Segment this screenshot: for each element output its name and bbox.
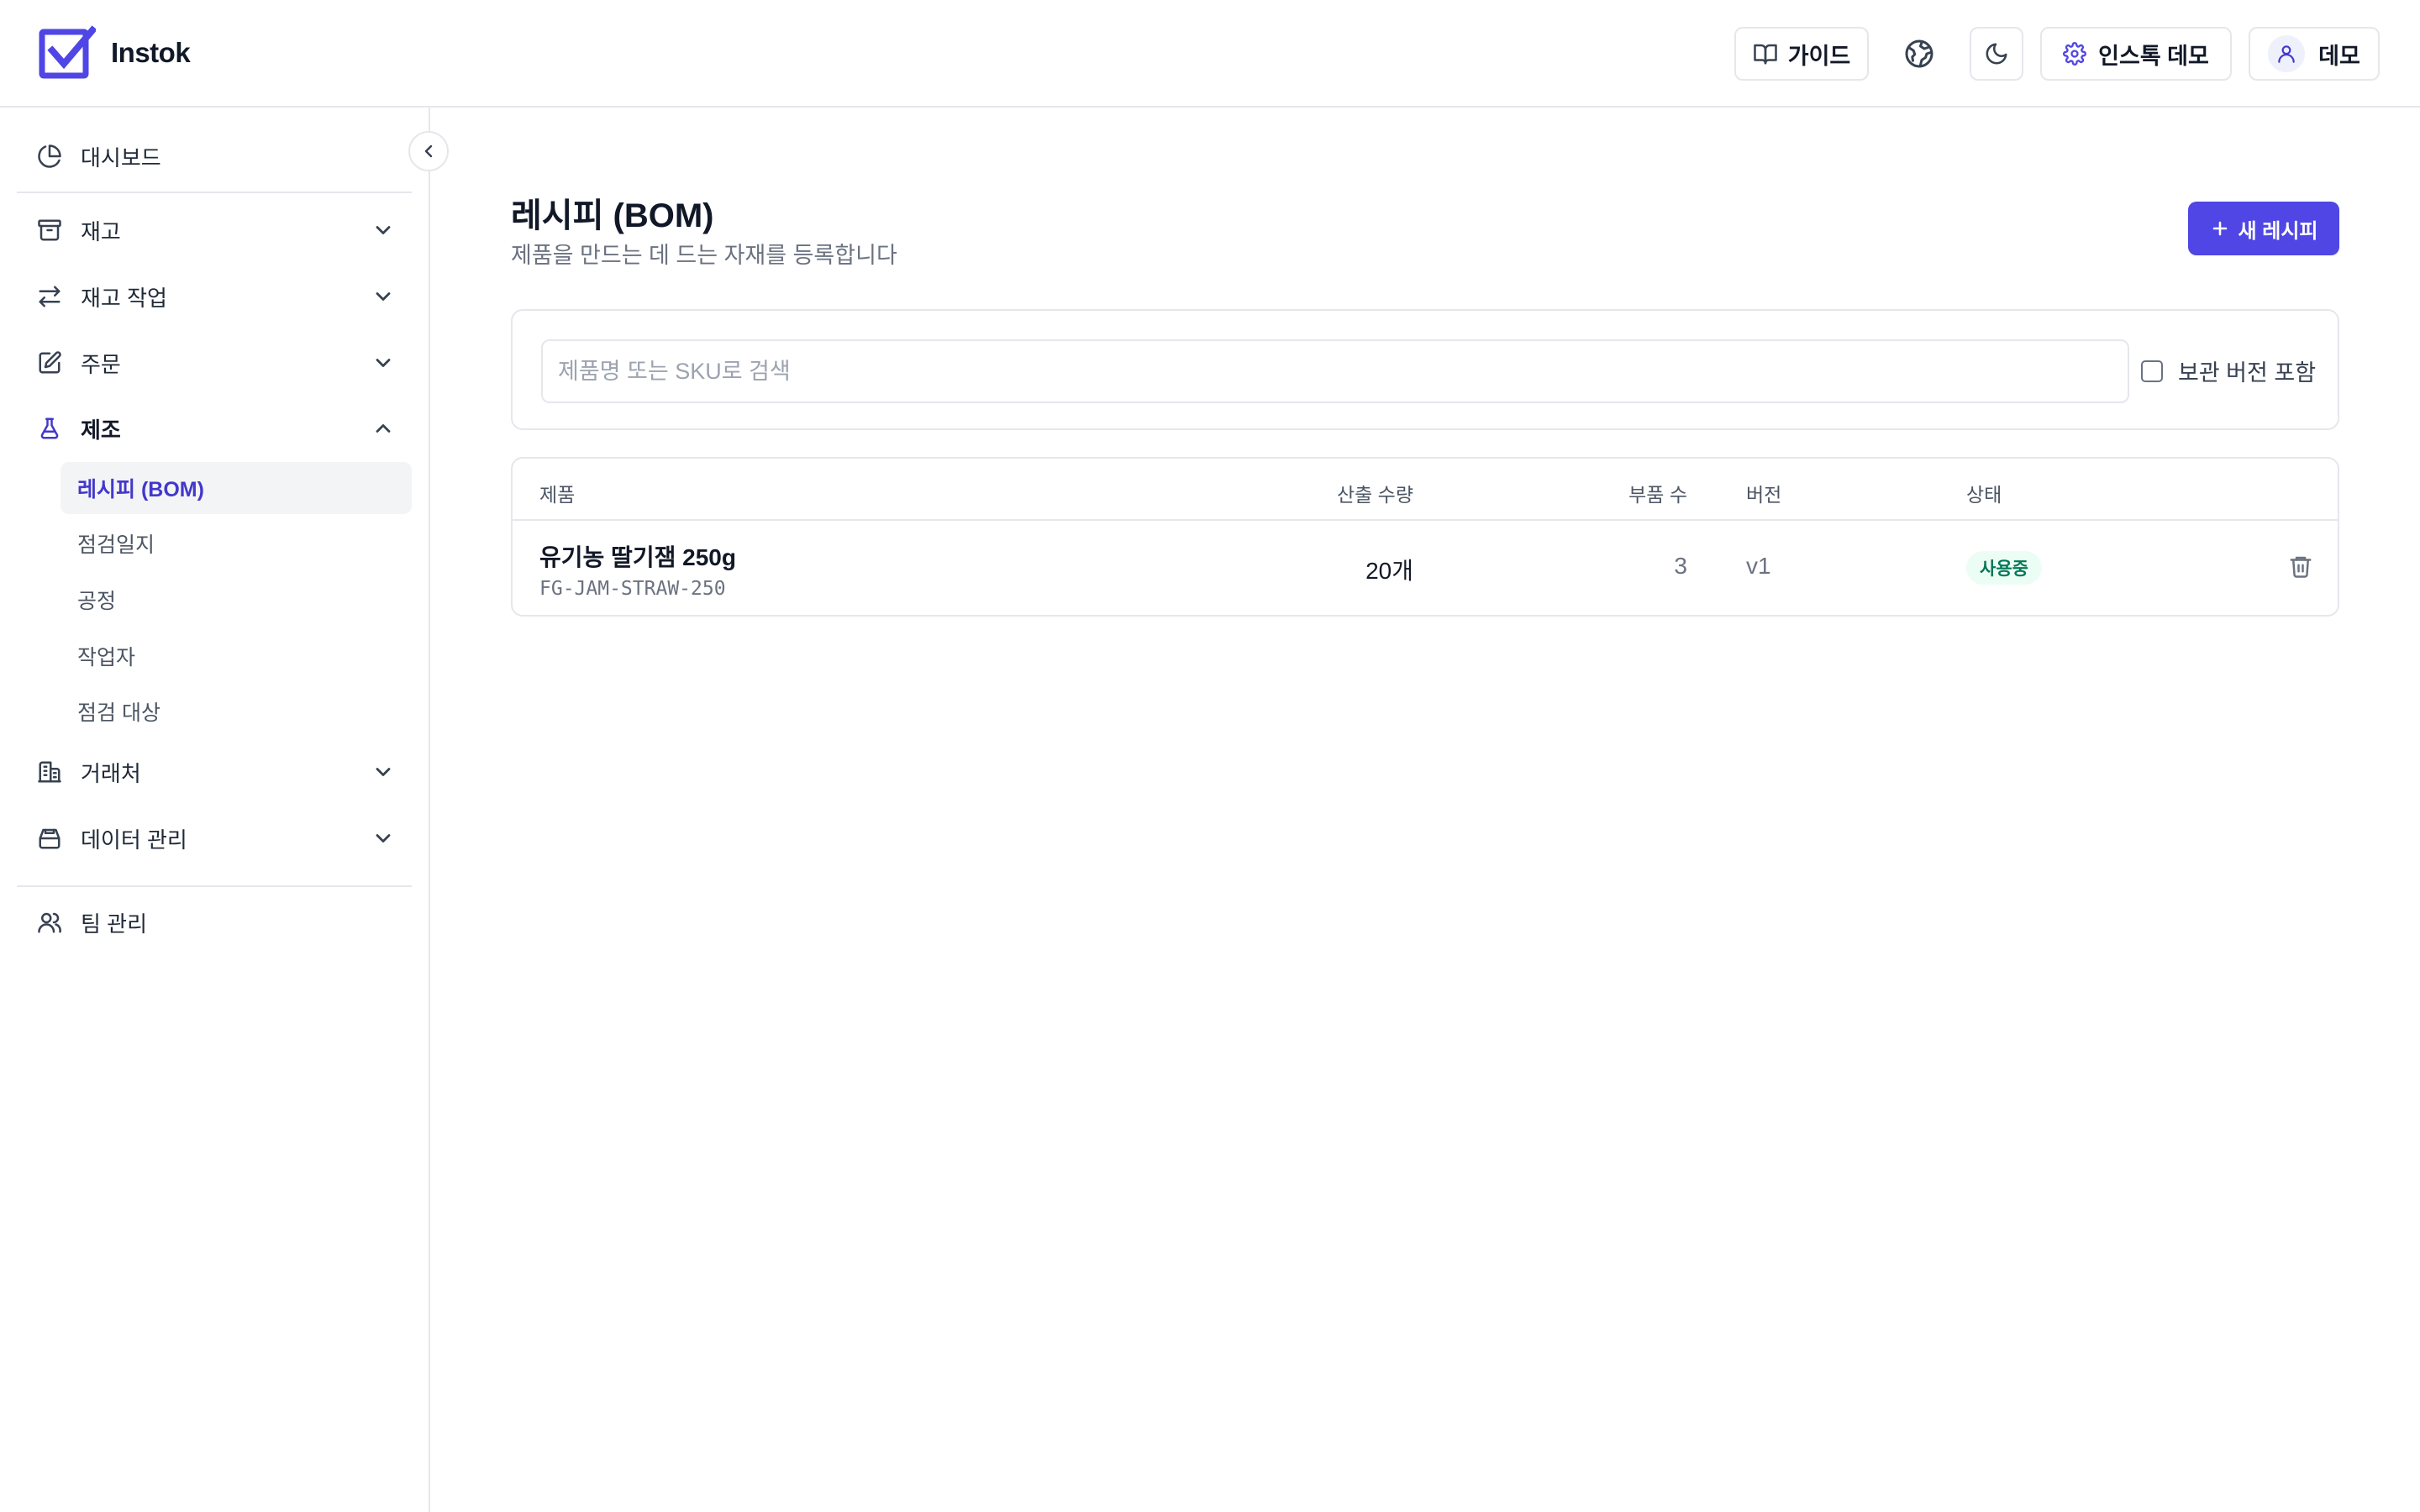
yield-cell: 20개	[1365, 558, 1413, 584]
sidebar-subitem-process[interactable]: 공정	[60, 574, 412, 626]
include-archived-checkbox[interactable]	[2141, 360, 2163, 382]
building-icon	[35, 758, 64, 786]
chevron-down-icon	[376, 834, 391, 843]
sidebar-item-orders[interactable]: 주문	[17, 336, 412, 390]
workspace-label: 인스톡 데모	[2098, 43, 2209, 69]
chevron-down-icon	[376, 359, 391, 367]
chevron-down-icon	[376, 768, 391, 776]
new-recipe-label: 새 레시피	[2238, 219, 2318, 243]
sidebar-subitem-inspection-log[interactable]: 점검일지	[60, 517, 412, 570]
column-header-yield[interactable]: 산출 수량	[1337, 479, 1413, 507]
moon-icon	[1986, 43, 2007, 65]
sidebar-divider	[17, 192, 412, 193]
avatar	[2268, 35, 2306, 72]
sidebar-item-dashboard[interactable]: 대시보드	[17, 129, 412, 183]
sidebar-item-team[interactable]: 팀 관리	[17, 895, 412, 949]
user-menu-button[interactable]: 데모	[2249, 27, 2380, 81]
sidebar-item-label: 주문	[81, 351, 121, 377]
users-icon	[35, 908, 64, 937]
chevron-left-icon	[424, 144, 433, 158]
product-sku: FG-JAM-STRAW-250	[539, 578, 726, 600]
chevron-down-icon	[376, 292, 391, 301]
arrows-swap-icon	[35, 282, 64, 311]
column-header-version[interactable]: 버전	[1746, 479, 1781, 507]
chevron-down-icon	[376, 226, 391, 234]
theme-toggle-button[interactable]	[1970, 27, 2023, 81]
user-icon	[2278, 45, 2295, 63]
parts-count-cell: 3	[1674, 553, 1687, 579]
plus-icon	[2212, 221, 2227, 236]
app-name: Instok	[111, 37, 191, 68]
sidebar-divider	[17, 885, 412, 887]
include-archived-label: 보관 버전 포함	[2178, 360, 2317, 386]
sidebar-item-manufacturing[interactable]: 제조	[17, 402, 412, 455]
guide-label: 가이드	[1787, 43, 1851, 69]
book-icon	[1753, 44, 1777, 65]
sidebar-collapse-button[interactable]	[408, 131, 449, 171]
column-header-product[interactable]: 제품	[539, 479, 575, 507]
search-input[interactable]	[541, 339, 2129, 403]
product-cell: 유기농 딸기잼 250g FG-JAM-STRAW-250	[539, 539, 736, 600]
sidebar-subitem-inspection-target[interactable]: 점검 대상	[60, 685, 412, 738]
workspace-settings-button[interactable]: 인스톡 데모	[2040, 27, 2232, 81]
trash-icon	[2290, 556, 2312, 578]
sidebar-item-label: 재고 작업	[81, 285, 167, 311]
include-archived-toggle[interactable]: 보관 버전 포함	[2141, 354, 2316, 387]
globe-icon	[1905, 39, 1933, 68]
status-badge: 사용중	[1966, 551, 2042, 585]
archive-icon	[35, 216, 64, 244]
logo-checkbox-icon	[39, 25, 96, 79]
gear-icon	[2063, 42, 2087, 66]
search-card: 보관 버전 포함	[511, 309, 2339, 430]
product-name[interactable]: 유기농 딸기잼 250g	[539, 539, 736, 573]
sidebar-item-label: 대시보드	[81, 144, 161, 171]
database-tray-icon	[35, 824, 64, 853]
page-title: 레시피 (BOM)	[511, 197, 714, 234]
sidebar-item-label: 거래처	[81, 760, 141, 786]
app-logo[interactable]: Instok	[39, 25, 191, 81]
language-button[interactable]	[1894, 29, 1944, 79]
sidebar-item-label: 데이터 관리	[81, 827, 187, 853]
sidebar-item-data-management[interactable]: 데이터 관리	[17, 811, 412, 865]
sidebar-item-label: 팀 관리	[81, 911, 147, 937]
page-subtitle: 제품을 만드는 데 드는 자재를 등록합니다	[511, 243, 897, 268]
flask-icon	[35, 414, 64, 443]
sidebar-item-label: 제조	[81, 417, 121, 443]
version-cell: v1	[1746, 553, 1771, 579]
sidebar-subitem-worker[interactable]: 작업자	[60, 630, 412, 682]
chevron-up-icon	[376, 424, 391, 433]
new-recipe-button[interactable]: 새 레시피	[2188, 202, 2339, 255]
top-header: Instok 가이드 인스톡 데모 데모	[0, 0, 2420, 108]
sidebar-item-inventory[interactable]: 재고	[17, 203, 412, 257]
pie-chart-icon	[35, 142, 64, 171]
guide-button[interactable]: 가이드	[1734, 27, 1869, 81]
sidebar-item-partners[interactable]: 거래처	[17, 745, 412, 799]
column-header-status[interactable]: 상태	[1966, 479, 2002, 507]
table-header: 제품 산출 수량 부품 수 버전 상태	[513, 459, 2338, 521]
sidebar: 대시보드 재고 재고 작업 주문 제조 레시피 (BOM) 점검일지 공정 작업…	[0, 108, 430, 1512]
edit-square-icon	[35, 349, 64, 377]
sidebar-subitem-recipe[interactable]: 레시피 (BOM)	[60, 462, 412, 514]
delete-button[interactable]	[2286, 551, 2316, 581]
column-header-parts[interactable]: 부품 수	[1628, 479, 1687, 507]
sidebar-item-label: 재고	[81, 218, 121, 244]
recipe-table: 제품 산출 수량 부품 수 버전 상태 유기농 딸기잼 250g FG-JAM-…	[511, 457, 2339, 617]
user-label: 데모	[2318, 43, 2360, 69]
sidebar-item-inventory-ops[interactable]: 재고 작업	[17, 270, 412, 323]
